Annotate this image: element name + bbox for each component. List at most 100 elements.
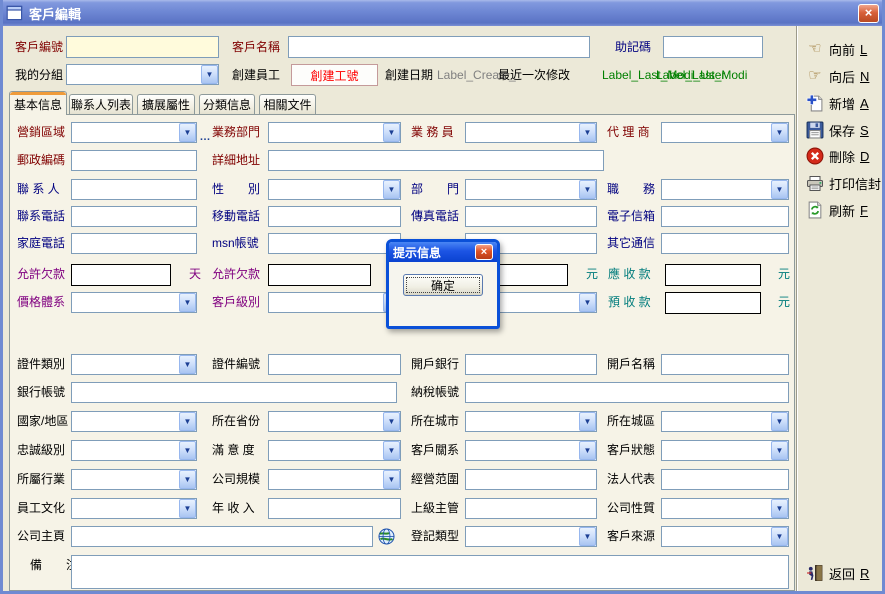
chevron-down-icon[interactable]: ▼: [179, 470, 196, 489]
globe-icon[interactable]: [378, 528, 395, 545]
tax-account-input[interactable]: [465, 382, 789, 403]
chevron-down-icon[interactable]: ▼: [579, 123, 596, 142]
fax-input[interactable]: [465, 206, 597, 227]
city-combo[interactable]: ▼: [465, 411, 597, 432]
gender-combo[interactable]: ▼: [268, 179, 401, 200]
chevron-down-icon[interactable]: ▼: [179, 412, 196, 431]
sales-region-combo[interactable]: ▼: [71, 122, 197, 143]
save-button[interactable]: 保存S: [804, 119, 871, 141]
chevron-down-icon[interactable]: ▼: [383, 441, 400, 460]
chevron-down-icon[interactable]: ▼: [179, 355, 196, 374]
business-dept-combo[interactable]: ▼: [268, 122, 401, 143]
other-contact-input[interactable]: [661, 233, 789, 254]
district-combo[interactable]: ▼: [661, 411, 789, 432]
fax-label: 傳真電話: [411, 206, 459, 227]
chevron-down-icon[interactable]: ▼: [179, 123, 196, 142]
customer-source-combo[interactable]: ▼: [661, 526, 789, 547]
superior-label: 上級主管: [411, 498, 459, 519]
chevron-down-icon[interactable]: ▼: [771, 499, 788, 518]
contact-input[interactable]: [71, 179, 197, 200]
position-combo[interactable]: ▼: [661, 179, 789, 200]
chevron-down-icon[interactable]: ▼: [179, 441, 196, 460]
business-scope-input[interactable]: [465, 469, 597, 490]
staff-culture-combo[interactable]: ▼: [71, 498, 197, 519]
chevron-down-icon[interactable]: ▼: [771, 441, 788, 460]
mobile-input[interactable]: [268, 206, 401, 227]
bank-input[interactable]: [465, 354, 597, 375]
credit-amount-input[interactable]: [268, 264, 371, 286]
chevron-down-icon[interactable]: ▼: [771, 180, 788, 199]
print-envelope-button[interactable]: 打印信封: [804, 172, 885, 194]
superior-input[interactable]: [465, 498, 597, 519]
receivable-input[interactable]: [665, 264, 761, 286]
chevron-down-icon[interactable]: ▼: [383, 470, 400, 489]
status-combo[interactable]: ▼: [661, 440, 789, 461]
legal-person-input[interactable]: [661, 469, 789, 490]
contact-phone-input[interactable]: [71, 206, 197, 227]
dept-combo[interactable]: ▼: [465, 179, 597, 200]
relation-combo[interactable]: ▼: [465, 440, 597, 461]
chevron-down-icon[interactable]: ▼: [579, 180, 596, 199]
home-phone-input[interactable]: [71, 233, 197, 254]
salesman-combo[interactable]: ▼: [465, 122, 597, 143]
cert-type-combo[interactable]: ▼: [71, 354, 197, 375]
sales-region-more-button[interactable]: …: [198, 131, 212, 142]
chevron-down-icon[interactable]: ▼: [383, 180, 400, 199]
agent-combo[interactable]: ▼: [661, 122, 789, 143]
tab-related-files[interactable]: 相關文件: [259, 94, 316, 115]
my-group-combo[interactable]: ▼: [66, 64, 219, 85]
email-input[interactable]: [661, 206, 789, 227]
annual-income-input[interactable]: [268, 498, 401, 519]
register-type-combo[interactable]: ▼: [465, 526, 597, 547]
company-size-combo[interactable]: ▼: [268, 469, 401, 490]
homepage-input[interactable]: [71, 526, 373, 547]
refresh-button[interactable]: 刷新F: [804, 199, 870, 221]
chevron-down-icon[interactable]: ▼: [771, 412, 788, 431]
chevron-down-icon[interactable]: ▼: [383, 123, 400, 142]
chevron-down-icon[interactable]: ▼: [579, 441, 596, 460]
country-combo[interactable]: ▼: [71, 411, 197, 432]
customer-name-input[interactable]: [288, 36, 590, 58]
delete-button[interactable]: 刪除D: [804, 145, 871, 167]
industry-combo[interactable]: ▼: [71, 469, 197, 490]
company-nature-combo[interactable]: ▼: [661, 498, 789, 519]
add-new-button[interactable]: 新增A: [804, 92, 871, 114]
address-input[interactable]: [268, 150, 604, 171]
contact-label: 聯 系 人: [17, 179, 60, 200]
tab-basic-info[interactable]: 基本信息: [9, 91, 67, 115]
chevron-down-icon[interactable]: ▼: [771, 123, 788, 142]
create-workno-button[interactable]: 創建工號: [291, 64, 378, 86]
ok-button[interactable]: 确定: [403, 274, 483, 296]
bank-account-input[interactable]: [71, 382, 397, 403]
msn-input[interactable]: [268, 233, 401, 254]
loyalty-combo[interactable]: ▼: [71, 440, 197, 461]
return-button[interactable]: 返回R: [804, 562, 871, 584]
chevron-down-icon[interactable]: ▼: [771, 527, 788, 546]
postcode-input[interactable]: [71, 150, 197, 171]
chevron-down-icon[interactable]: ▼: [201, 65, 218, 84]
close-button[interactable]: ×: [858, 4, 879, 23]
next-button[interactable]: ☞ 向后N: [804, 65, 871, 87]
cert-no-input[interactable]: [268, 354, 401, 375]
chevron-down-icon[interactable]: ▼: [579, 527, 596, 546]
prepaid-input[interactable]: [665, 292, 761, 314]
previous-button[interactable]: ☜ 向前L: [804, 38, 869, 60]
tab-category-info[interactable]: 分類信息: [199, 94, 255, 115]
prompt-dialog-close-button[interactable]: ×: [475, 244, 493, 260]
bank-account-name-input[interactable]: [661, 354, 789, 375]
credit-days-input[interactable]: [71, 264, 171, 286]
province-combo[interactable]: ▼: [268, 411, 401, 432]
customer-code-input[interactable]: [66, 36, 219, 58]
chevron-down-icon[interactable]: ▼: [383, 412, 400, 431]
mnemonic-input[interactable]: [663, 36, 763, 58]
chevron-down-icon[interactable]: ▼: [179, 293, 196, 312]
chevron-down-icon[interactable]: ▼: [579, 412, 596, 431]
tab-contact-list[interactable]: 聯系人列表: [69, 94, 133, 115]
customer-level-combo[interactable]: ▼: [268, 292, 401, 313]
chevron-down-icon[interactable]: ▼: [179, 499, 196, 518]
price-system-combo[interactable]: ▼: [71, 292, 197, 313]
chevron-down-icon[interactable]: ▼: [579, 293, 596, 312]
tab-extended-attrs[interactable]: 擴展屬性: [137, 94, 195, 115]
notes-textarea[interactable]: [71, 555, 789, 589]
satisfaction-combo[interactable]: ▼: [268, 440, 401, 461]
